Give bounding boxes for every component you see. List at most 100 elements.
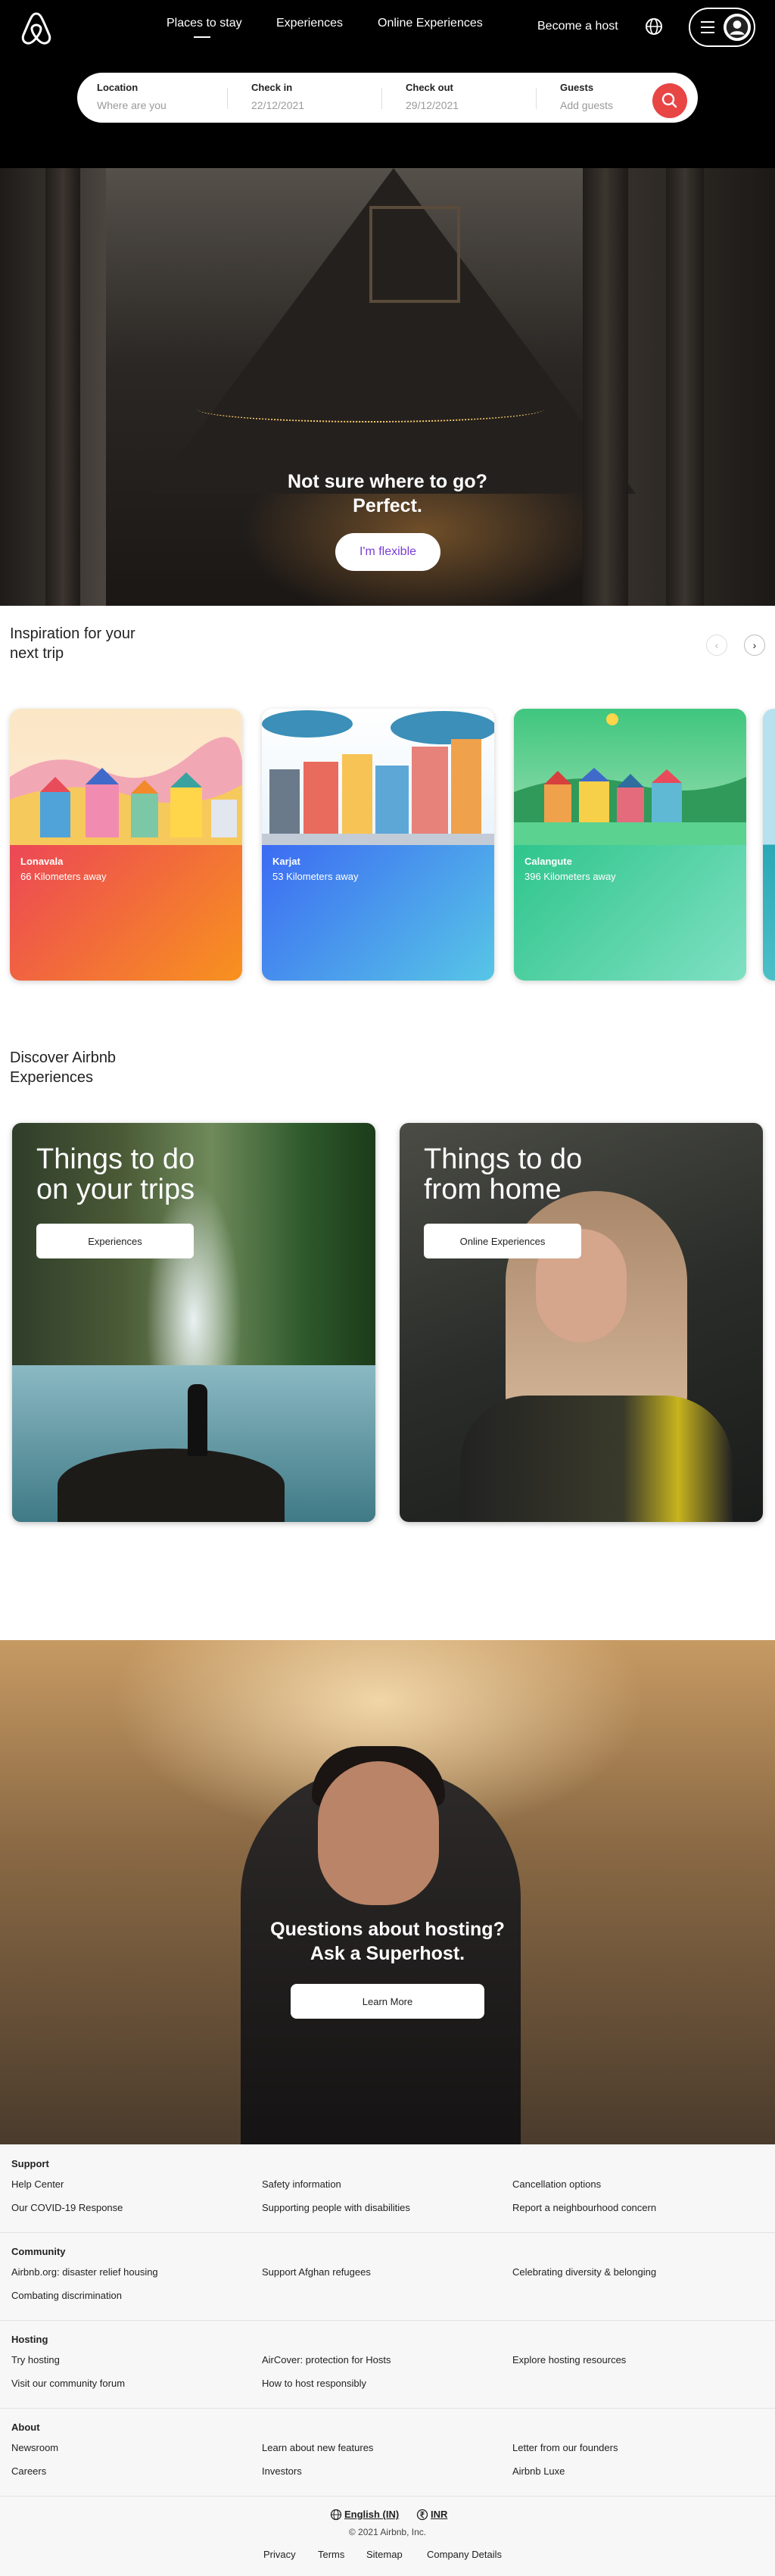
card-title-line: Things to do	[36, 1143, 195, 1175]
hosting-title-line: Questions about hosting?	[270, 1919, 505, 1940]
card-title: Things to do from home	[424, 1144, 582, 1205]
checkin-field[interactable]: Check in 22/12/2021	[251, 82, 304, 111]
carousel-next-button[interactable]: ›	[744, 635, 765, 656]
hero-cabin-window	[369, 206, 460, 303]
language-selector[interactable]: English (IN)	[344, 2509, 399, 2520]
superhost-face	[318, 1761, 439, 1905]
footer-link[interactable]: Airbnb Luxe	[512, 2465, 565, 2477]
footer-link[interactable]: Careers	[11, 2465, 46, 2477]
divider	[536, 88, 537, 109]
hiker-figure	[188, 1384, 207, 1456]
footer-link[interactable]: Investors	[262, 2465, 302, 2477]
checkin-label: Check in	[251, 82, 293, 93]
copyright: © 2021 Airbnb, Inc.	[348, 2527, 427, 2537]
become-host-link[interactable]: Become a host	[537, 20, 618, 33]
hero-title-line: Perfect.	[353, 495, 422, 516]
discover-title-line: Experiences	[10, 1069, 94, 1086]
destination-illustration	[262, 709, 494, 845]
footer-link[interactable]: Cancellation options	[512, 2178, 601, 2190]
woman-jacket	[460, 1396, 733, 1522]
location-label: Location	[97, 82, 139, 93]
footer-link[interactable]: AirCover: protection for Hosts	[262, 2354, 391, 2365]
currency-selector[interactable]: INR	[431, 2509, 447, 2520]
carousel-prev-button[interactable]: ‹	[706, 635, 727, 656]
active-nav-indicator	[194, 36, 210, 38]
footer-link[interactable]: Explore hosting resources	[512, 2354, 626, 2365]
footer-divider	[0, 2320, 775, 2321]
discover-title: Discover Airbnb Experiences	[10, 1048, 116, 1087]
hero-string-lights	[197, 395, 545, 423]
hero-tree-trunk	[666, 168, 704, 606]
location-input[interactable]: Where are you	[97, 99, 167, 111]
rupee-icon	[416, 2509, 428, 2521]
hero-title: Not sure where to go? Perfect.	[0, 469, 775, 518]
location-field[interactable]: Location Where are you	[97, 82, 167, 111]
privacy-link[interactable]: Privacy	[263, 2549, 296, 2560]
checkout-field[interactable]: Check out 29/12/2021	[406, 82, 459, 111]
footer-link[interactable]: Learn about new features	[262, 2442, 373, 2453]
checkout-input[interactable]: 29/12/2021	[406, 99, 459, 111]
terms-link[interactable]: Terms	[318, 2549, 344, 2560]
airbnb-logo-icon[interactable]	[15, 8, 58, 50]
search-button[interactable]	[652, 83, 687, 118]
footer-link[interactable]: Safety information	[262, 2178, 341, 2190]
globe-icon[interactable]	[644, 17, 664, 36]
footer-link[interactable]: Visit our community forum	[11, 2378, 125, 2389]
destination-illustration	[10, 709, 242, 845]
footer-link[interactable]: How to host responsibly	[262, 2378, 366, 2389]
learn-more-button[interactable]: Learn More	[291, 1984, 484, 2019]
card-title-line: on your trips	[36, 1174, 195, 1205]
footer-link[interactable]: Combating discrimination	[11, 2290, 122, 2301]
company-details-link[interactable]: Company Details	[427, 2549, 502, 2560]
destination-card[interactable]: Calangute 396 Kilometers away	[514, 709, 746, 981]
checkin-input[interactable]: 22/12/2021	[251, 99, 304, 111]
inspiration-title-line: Inspiration for your	[10, 625, 135, 642]
footer-link[interactable]: Celebrating diversity & belonging	[512, 2266, 656, 2278]
nav-experiences[interactable]: Experiences	[276, 17, 343, 30]
things-to-do-trips-card[interactable]: Things to do on your trips Experiences	[12, 1123, 375, 1522]
destination-card[interactable]: Lonavala 66 Kilometers away	[10, 709, 242, 981]
online-experiences-button[interactable]: Online Experiences	[424, 1224, 581, 1258]
guests-field[interactable]: Guests Add guests	[560, 82, 613, 111]
sitemap-link[interactable]: Sitemap	[366, 2549, 403, 2560]
user-menu-button[interactable]	[689, 8, 755, 47]
footer-link[interactable]: Our COVID-19 Response	[11, 2202, 123, 2213]
search-icon	[661, 92, 677, 108]
destination-card[interactable]: Karjat 53 Kilometers away	[262, 709, 494, 981]
card-destination-name: Calangute	[524, 856, 572, 867]
footer-link[interactable]: Try hosting	[11, 2354, 60, 2365]
avatar-icon	[724, 14, 751, 41]
hosting-title: Questions about hosting? Ask a Superhost…	[0, 1917, 775, 1966]
search-bar: Location Where are you Check in 22/12/20…	[77, 73, 698, 123]
card-distance: 53 Kilometers away	[272, 871, 359, 882]
destination-illustration	[514, 709, 746, 845]
footer-link[interactable]: Report a neighbourhood concern	[512, 2202, 656, 2213]
inspiration-title-line: next trip	[10, 645, 64, 662]
footer-link[interactable]: Airbnb.org: disaster relief housing	[11, 2266, 158, 2278]
divider	[381, 88, 382, 109]
footer-link[interactable]: Help Center	[11, 2178, 64, 2190]
footer-divider	[0, 2232, 775, 2233]
footer-link[interactable]: Letter from our founders	[512, 2442, 618, 2453]
hosting-title-line: Ask a Superhost.	[310, 1943, 465, 1964]
hero-banner: Not sure where to go? Perfect. I'm flexi…	[0, 168, 775, 606]
footer-link[interactable]: Newsroom	[11, 2442, 58, 2453]
town-illustration	[514, 713, 746, 845]
rock	[58, 1449, 285, 1522]
nav-online-experiences[interactable]: Online Experiences	[378, 17, 483, 30]
footer-link[interactable]: Support Afghan refugees	[262, 2266, 371, 2278]
footer-link[interactable]: Supporting people with disabilities	[262, 2202, 410, 2213]
footer-heading: Community	[11, 2246, 66, 2257]
card-destination-name: Lonavala	[20, 856, 64, 867]
guests-input[interactable]: Add guests	[560, 99, 613, 111]
im-flexible-button[interactable]: I'm flexible	[335, 533, 440, 571]
card-title: Things to do on your trips	[36, 1144, 195, 1205]
card-gradient	[763, 709, 775, 981]
nav-places-to-stay[interactable]: Places to stay	[167, 17, 242, 30]
card-destination-name: Karjat	[272, 856, 300, 867]
things-to-do-home-card[interactable]: Things to do from home Online Experience…	[400, 1123, 763, 1522]
guests-label: Guests	[560, 82, 594, 93]
experiences-button[interactable]: Experiences	[36, 1224, 194, 1258]
destination-card-peek	[763, 709, 775, 981]
card-title-line: from home	[424, 1174, 562, 1205]
